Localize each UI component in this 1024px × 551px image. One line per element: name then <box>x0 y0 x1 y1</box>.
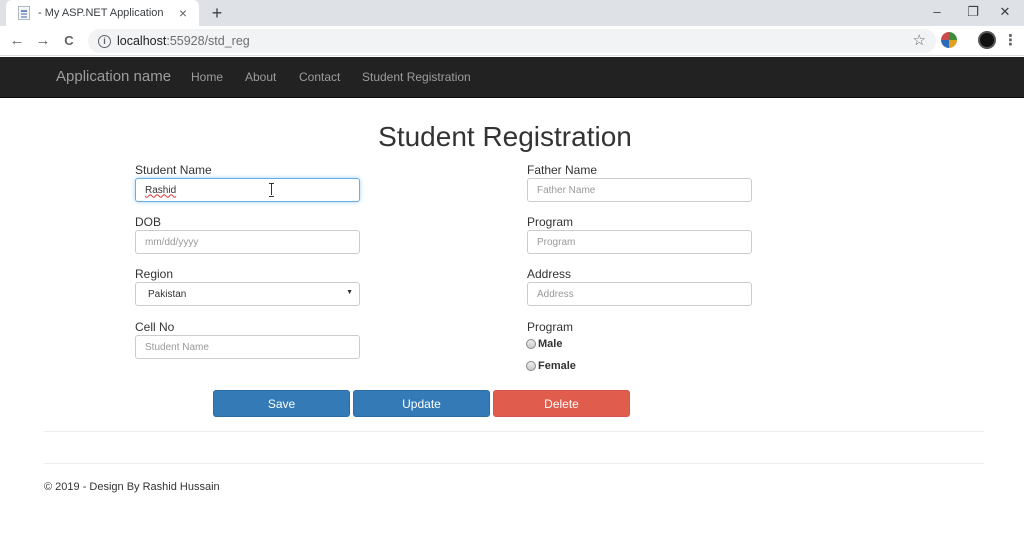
minimize-icon[interactable]: – <box>920 0 954 26</box>
navbar-brand[interactable]: Application name <box>56 57 171 98</box>
nav-link-contact[interactable]: Contact <box>299 57 340 98</box>
nav-link-home[interactable]: Home <box>191 57 223 98</box>
update-button[interactable]: Update <box>353 390 490 417</box>
radio-male[interactable]: Male <box>526 338 562 350</box>
father-name-placeholder: Father Name <box>537 184 596 196</box>
back-icon[interactable]: ← <box>6 30 28 52</box>
student-name-value: Rashid <box>145 184 177 196</box>
dob-placeholder: mm/dd/yyyy <box>145 236 199 248</box>
region-selected: Pakistan <box>148 288 187 300</box>
father-name-label: Father Name <box>527 163 598 177</box>
dropdown-arrow-icon: ▼ <box>346 289 353 296</box>
divider <box>44 431 984 432</box>
student-name-label: Student Name <box>135 163 212 177</box>
father-name-input[interactable]: Father Name <box>527 178 752 202</box>
tab-close-icon[interactable]: × <box>173 5 193 21</box>
info-icon[interactable]: i <box>98 34 111 48</box>
program-label: Program <box>527 215 574 229</box>
profile-avatar-icon[interactable] <box>978 31 996 49</box>
footer-text: © 2019 - Design By Rashid Hussain <box>44 481 220 493</box>
page-favicon-icon <box>18 6 30 20</box>
radio-circle-icon[interactable] <box>526 339 536 349</box>
new-tab-button[interactable]: + <box>206 2 228 24</box>
save-button[interactable]: Save <box>213 390 350 417</box>
bookmark-star-icon[interactable]: ☆ <box>913 31 926 49</box>
address-input[interactable]: Address <box>527 282 752 306</box>
cell-no-label: Cell No <box>135 320 175 334</box>
address-bar[interactable]: i localhost:55928/std_reg ☆ <box>88 29 936 53</box>
radio-female[interactable]: Female <box>526 360 576 372</box>
student-name-input[interactable]: Rashid <box>135 178 360 202</box>
nav-link-about[interactable]: About <box>245 57 276 98</box>
url-path: :55928/std_reg <box>166 34 250 48</box>
radio-male-label: Male <box>538 338 563 350</box>
cell-no-input[interactable]: Student Name <box>135 335 360 359</box>
address-placeholder: Address <box>537 288 574 300</box>
reload-icon[interactable]: C <box>58 30 80 52</box>
footer-divider <box>44 463 984 464</box>
nav-link-student-registration[interactable]: Student Registration <box>362 57 471 98</box>
browser-toolbar: ← → C i localhost:55928/std_reg ☆ ⋮ <box>0 26 1024 56</box>
radio-female-label: Female <box>538 360 576 372</box>
browser-menu-icon[interactable]: ⋮ <box>1003 30 1018 52</box>
dob-label: DOB <box>135 215 162 229</box>
address-label: Address <box>527 267 572 281</box>
region-label: Region <box>135 267 174 281</box>
gender-label: Program <box>527 320 574 334</box>
url-host: localhost <box>117 34 167 48</box>
forward-icon[interactable]: → <box>32 30 54 52</box>
extension-globe-icon[interactable] <box>941 32 957 48</box>
radio-circle-icon[interactable] <box>526 361 536 371</box>
delete-button[interactable]: Delete <box>493 390 630 417</box>
cell-no-placeholder: Student Name <box>145 341 209 353</box>
region-select[interactable]: Pakistan ▼ <box>135 282 360 306</box>
page-title: Student Registration <box>378 121 632 152</box>
site-navbar: Application name Home About Contact Stud… <box>0 57 1024 98</box>
dob-input[interactable]: mm/dd/yyyy <box>135 230 360 254</box>
program-placeholder: Program <box>537 236 576 248</box>
program-input[interactable]: Program <box>527 230 752 254</box>
text-cursor-icon <box>269 183 274 197</box>
browser-tab[interactable]: - My ASP.NET Application × <box>6 0 199 26</box>
window-close-icon[interactable]: ✕ <box>988 0 1022 26</box>
maximize-icon[interactable]: ❐ <box>956 0 990 26</box>
browser-tabstrip: - My ASP.NET Application × + – ❐ ✕ <box>0 0 1024 26</box>
tab-title: - My ASP.NET Application <box>38 7 164 19</box>
